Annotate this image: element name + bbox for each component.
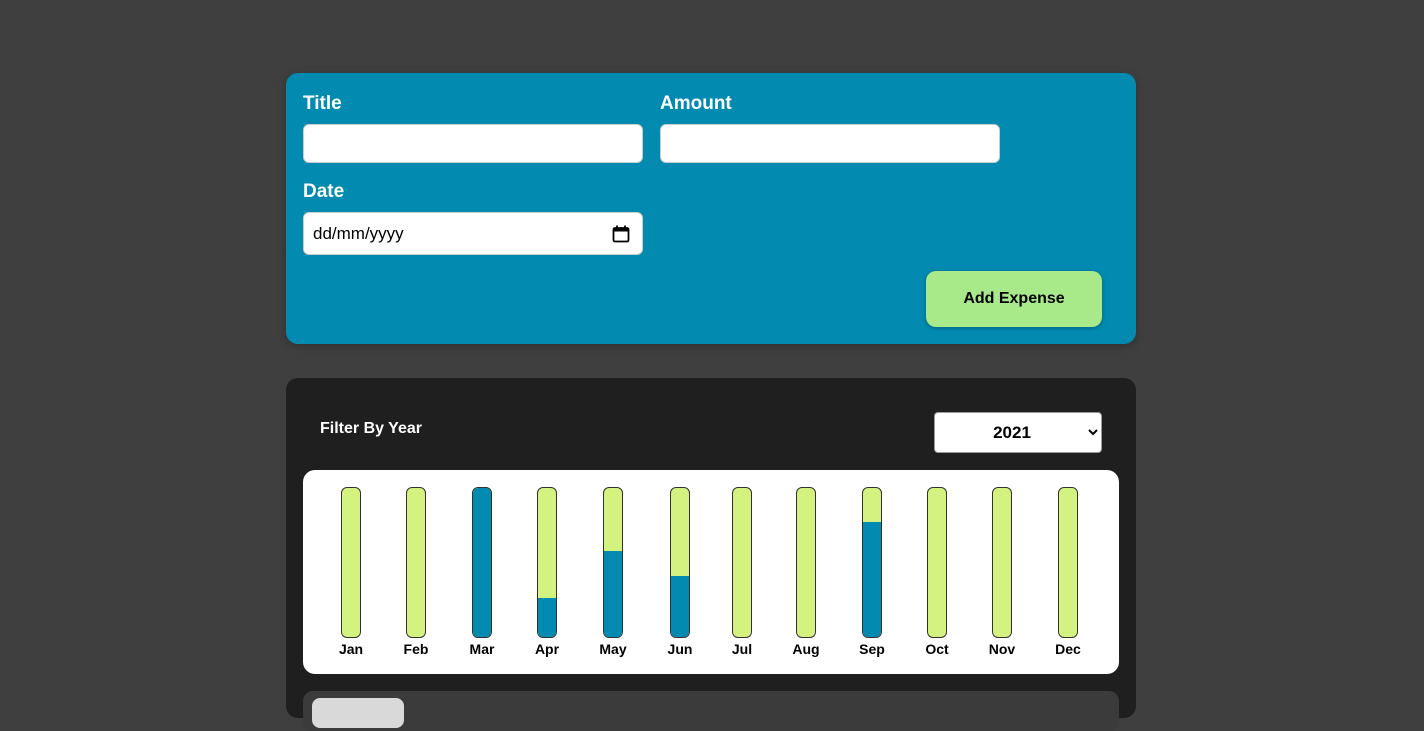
chart-bar-dec: Dec [1048, 487, 1088, 657]
date-label: Date [303, 181, 345, 202]
chart-bar-label: Jul [731, 641, 753, 657]
expense-item-date [312, 698, 404, 728]
chart-bar-label: Jun [667, 641, 693, 657]
add-expense-button[interactable]: Add Expense [926, 271, 1102, 327]
new-expense-form: Title Amount Date dd/mm/yyyy Add Expense [286, 73, 1136, 344]
chart-bar-track [1058, 487, 1078, 638]
date-input[interactable]: dd/mm/yyyy [303, 212, 643, 255]
chart-bar-apr: Apr [527, 487, 567, 657]
chart-bar-jul: Jul [722, 487, 762, 657]
chart-bar-label: Apr [534, 641, 560, 657]
chart-bar-oct: Oct [917, 487, 957, 657]
chart-bar-mar: Mar [462, 487, 502, 657]
title-input[interactable] [303, 124, 643, 163]
chart-bar-label: Feb [403, 641, 429, 657]
chart-bar-nov: Nov [982, 487, 1022, 657]
chart-bar-track [341, 487, 361, 638]
chart-bar-track [796, 487, 816, 638]
chart-bar-fill [863, 522, 881, 637]
calendar-icon[interactable] [612, 225, 630, 243]
chart-bar-label: Nov [988, 641, 1016, 657]
chart-bar-fill [671, 575, 689, 637]
chart-bar-label: Oct [925, 641, 949, 657]
chart-bar-track [927, 487, 947, 638]
date-field: Date dd/mm/yyyy [303, 181, 643, 255]
filter-label: Filter By Year [320, 420, 422, 437]
title-label: Title [303, 93, 342, 114]
amount-label: Amount [660, 93, 732, 114]
chart-bar-sep: Sep [852, 487, 892, 657]
chart-bar-label: Sep [859, 641, 885, 657]
chart-bar-label: Mar [469, 641, 495, 657]
chart-bar-track [862, 487, 882, 638]
chart-bar-label: Jan [338, 641, 364, 657]
chart-bar-jun: Jun [660, 487, 700, 657]
chart-bar-feb: Feb [396, 487, 436, 657]
chart-bar-label: Aug [792, 641, 820, 657]
chart-bar-track [670, 487, 690, 638]
expense-list [303, 691, 1119, 731]
date-placeholder: dd/mm/yyyy [313, 223, 404, 243]
chart-bar-track [603, 487, 623, 638]
title-field: Title [303, 93, 643, 163]
amount-input[interactable] [660, 124, 1000, 163]
chart-bar-track [732, 487, 752, 638]
expenses-chart: Jan Feb Mar Apr May Jun Jul Aug Sep Oct Nov Dec [303, 470, 1119, 674]
chart-bar-track [472, 487, 492, 638]
chart-bar-fill [604, 550, 622, 637]
chart-bar-label: Dec [1055, 641, 1081, 657]
chart-bar-aug: Aug [786, 487, 826, 657]
year-select[interactable]: 2021 [934, 412, 1102, 453]
chart-bar-label: May [599, 641, 627, 657]
chart-bar-track [992, 487, 1012, 638]
chart-bar-track [406, 487, 426, 638]
chart-bar-fill [538, 598, 556, 637]
chart-bar-fill [473, 488, 491, 637]
chart-bar-track [537, 487, 557, 638]
chart-bar-jan: Jan [331, 487, 371, 657]
chart-bar-may: May [593, 487, 633, 657]
amount-field: Amount [660, 93, 1000, 163]
expenses-panel: Filter By Year 2021 Jan Feb Mar Apr May Jun Ju… [286, 378, 1136, 731]
